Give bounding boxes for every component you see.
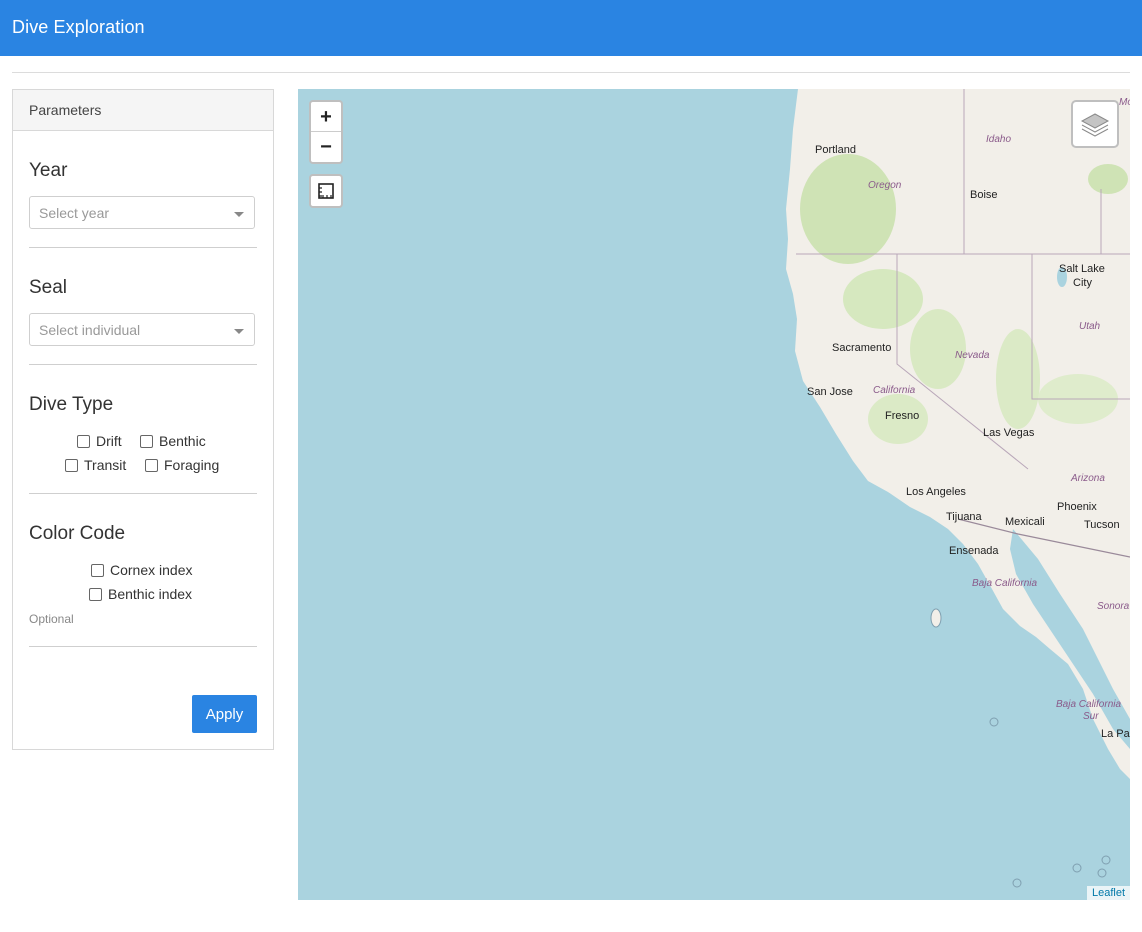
checkbox-benthic-index[interactable]: Benthic index [89, 586, 192, 602]
zoom-out-button[interactable]: − [311, 132, 341, 162]
map-label-boise: Boise [970, 189, 998, 201]
map-label-mexicali: Mexicali [1005, 516, 1045, 528]
seal-select[interactable]: Select individual [29, 313, 255, 346]
header-divider [12, 72, 1130, 73]
map-label-fresno: Fresno [885, 410, 920, 422]
measure-button[interactable] [309, 174, 343, 208]
checkbox-box[interactable] [65, 458, 78, 472]
map-label-tucson: Tucson [1084, 519, 1120, 531]
map-label-la-paz: La Pa [1101, 728, 1130, 740]
dive-type-label: Dive Type [29, 394, 114, 415]
apply-button[interactable]: Apply [192, 695, 257, 733]
color-code-label: Color Code [29, 523, 126, 544]
checkbox-label: Cornex index [110, 562, 193, 578]
map-label-tijuana: Tijuana [946, 511, 982, 523]
map-label-salt-lake: Salt Lake [1059, 263, 1105, 275]
checkbox-label: Benthic [159, 433, 206, 449]
map-label-ensenada: Ensenada [949, 545, 999, 557]
map-label-city: City [1073, 277, 1092, 289]
checkbox-box[interactable] [140, 434, 153, 448]
map-attribution-link[interactable]: Leaflet [1086, 886, 1130, 900]
year-label: Year [29, 160, 68, 181]
checkbox-benthic[interactable]: Benthic [140, 433, 206, 449]
map-label-las-vegas: Las Vegas [983, 427, 1035, 439]
map-label-phoenix: Phoenix [1057, 501, 1097, 513]
checkbox-label: Benthic index [108, 586, 193, 602]
app-title: Dive Exploration [12, 17, 145, 37]
checkbox-box[interactable] [91, 563, 104, 577]
checkbox-box[interactable] [77, 434, 90, 448]
checkbox-cornex-index[interactable]: Cornex index [91, 562, 193, 578]
divider [29, 364, 257, 365]
checkbox-box[interactable] [89, 587, 102, 601]
divider [29, 247, 257, 248]
map-label-mo: Mo [1119, 97, 1130, 108]
checkbox-label: Transit [84, 457, 127, 473]
parameters-panel: Parameters Year Select year Seal Select … [12, 89, 274, 750]
map-label-los-angeles: Los Angeles [906, 486, 966, 498]
checkbox-drift[interactable]: Drift [77, 433, 122, 449]
seal-placeholder: Select individual [39, 322, 141, 338]
checkbox-box[interactable] [145, 458, 158, 472]
map-label-oregon: Oregon [868, 180, 902, 191]
ruler-icon [318, 183, 334, 199]
checkbox-transit[interactable]: Transit [65, 457, 126, 473]
map-label-arizona: Arizona [1071, 473, 1105, 484]
map-label-baja-california-sur: Baja California [1056, 699, 1122, 710]
chevron-down-icon [234, 212, 244, 217]
panel-title: Parameters [13, 90, 273, 131]
map-label-san-jose: San Jose [807, 386, 853, 398]
map-label-utah: Utah [1079, 321, 1101, 332]
divider [29, 493, 257, 494]
year-placeholder: Select year [39, 205, 110, 221]
layers-control[interactable] [1071, 100, 1119, 148]
map-tiles [786, 89, 1130, 888]
map[interactable]: Portland Oregon Idaho Boise Salt Lake Ci… [298, 89, 1130, 900]
checkbox-foraging[interactable]: Foraging [145, 457, 219, 473]
map-label-nevada: Nevada [955, 350, 990, 361]
year-select[interactable]: Select year [29, 196, 255, 229]
checkbox-label: Drift [96, 433, 122, 449]
map-label-sacramento: Sacramento [832, 342, 892, 354]
map-label-sonora: Sonora [1097, 601, 1130, 612]
map-label-portland: Portland [815, 144, 856, 156]
layers-icon [1080, 113, 1110, 137]
optional-hint: Optional [29, 612, 74, 626]
zoom-control: + − [309, 100, 343, 164]
chevron-down-icon [234, 329, 244, 334]
zoom-in-button[interactable]: + [311, 102, 341, 132]
map-label-sur: Sur [1083, 711, 1099, 722]
map-label-california: California [873, 385, 916, 396]
map-label-baja-california: Baja California [972, 578, 1038, 589]
app-header: Dive Exploration [0, 0, 1142, 56]
checkbox-label: Foraging [164, 457, 220, 473]
divider [29, 646, 257, 647]
map-label-idaho: Idaho [986, 134, 1012, 145]
seal-label: Seal [29, 277, 68, 298]
